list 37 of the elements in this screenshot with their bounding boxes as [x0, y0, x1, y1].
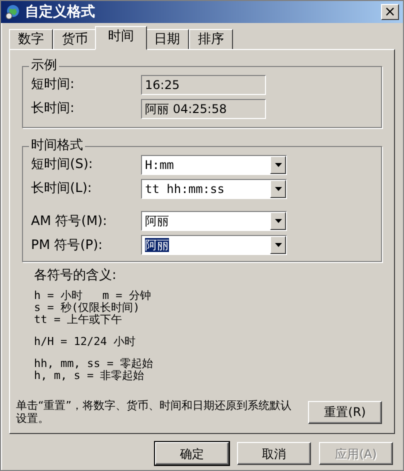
close-button[interactable]: ×	[381, 4, 399, 20]
tab[interactable]: 日期	[145, 29, 189, 50]
legend-line: hh, mm, ss = 零起始	[34, 358, 154, 370]
tab[interactable]: 时间	[95, 26, 147, 50]
field-label: 长时间(L):	[31, 180, 93, 198]
readonly-field: 16:25	[141, 75, 266, 95]
globe-icon	[5, 4, 21, 20]
combo-box[interactable]: tt hh:mm:ss	[141, 179, 287, 199]
field-label: 短时间(S):	[31, 156, 94, 174]
group-title: 示例	[29, 58, 59, 74]
legend-title: 各符号的含义:	[34, 270, 118, 282]
dialog-button[interactable]: 取消	[237, 442, 311, 465]
field-label: 长时间:	[31, 100, 76, 118]
caret-icon	[274, 243, 282, 247]
combo-box[interactable]: 阿丽	[141, 235, 287, 255]
legend-line: h = 小时 m = 分钟	[34, 290, 152, 302]
group-title: 时间格式	[29, 138, 85, 154]
dialog-button[interactable]: 确定	[155, 442, 229, 465]
readonly-field: 阿丽 04:25:58	[141, 99, 266, 119]
field-label: PM 符号(P):	[31, 236, 104, 254]
field-label: 短时间:	[31, 76, 76, 94]
caret-icon	[274, 187, 282, 191]
combo-box[interactable]: 阿丽	[141, 211, 287, 231]
combo-box[interactable]: H:mm	[141, 155, 287, 175]
reset-description: 单击“重置”，将数字、货币、时间和日期还原到系统默认设置。	[16, 399, 292, 425]
legend-line: s = 秒(仅限长时间)	[34, 302, 141, 314]
window-title: 自定义格式	[25, 2, 95, 22]
tab[interactable]: 数字	[9, 29, 53, 50]
tab[interactable]: 排序	[189, 29, 233, 50]
legend-line: tt = 上午或下午	[34, 314, 124, 326]
caret-icon	[274, 163, 282, 167]
legend-line: h, m, s = 非零起始	[34, 370, 146, 382]
field-label: AM 符号(M):	[31, 212, 108, 230]
tab[interactable]: 货币	[53, 29, 97, 50]
legend-line: h/H = 12/24 小时	[34, 336, 136, 348]
caret-icon	[274, 219, 282, 223]
reset-button[interactable]: 重置(R)	[308, 400, 382, 424]
